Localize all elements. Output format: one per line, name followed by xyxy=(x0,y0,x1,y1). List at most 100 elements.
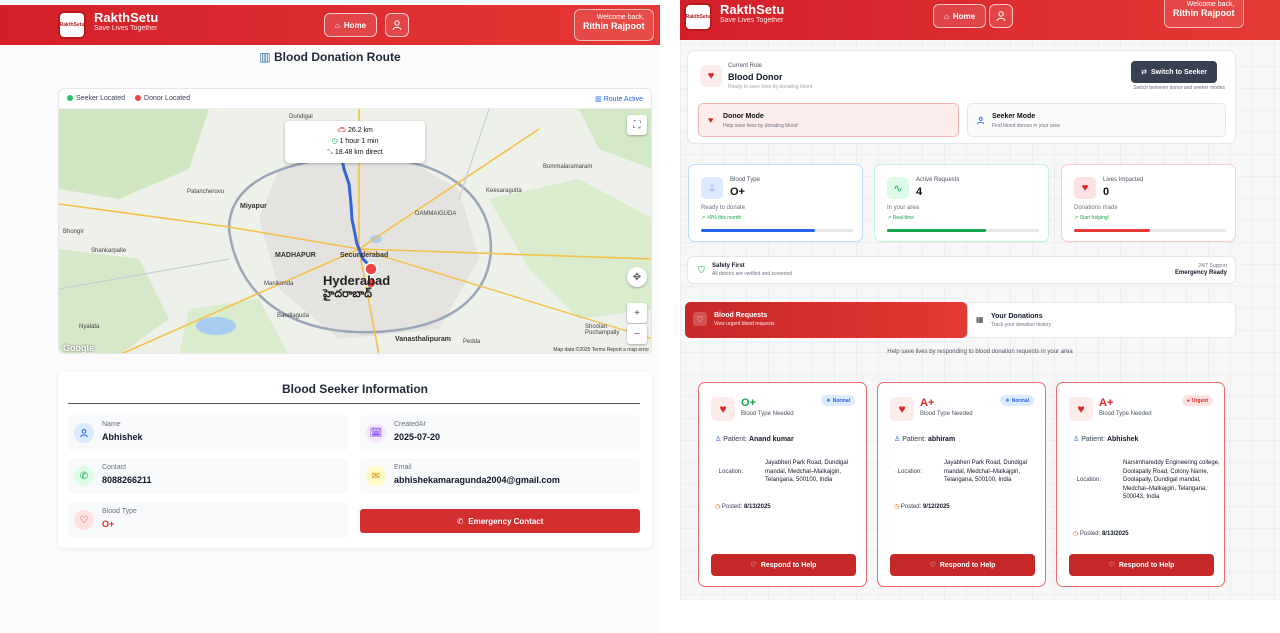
brand-tagline: Save Lives Together xyxy=(720,17,784,24)
status-badge: ❖ Normal xyxy=(821,395,855,406)
route-map[interactable]: Miyapur Secunderabad Hyderabad హైదరాబాద్… xyxy=(59,109,651,353)
users-icon xyxy=(977,117,985,125)
location-row: · Location: Narsimhareddy Engineering col… xyxy=(1073,460,1220,500)
stat-blood-type: 💧︎ Blood Type O+ Ready to donate ↗ +5% t… xyxy=(688,164,863,242)
tab-your-donations[interactable]: ▦ Your Donations Track your donation his… xyxy=(967,302,1236,338)
legend-seeker: Seeker Located xyxy=(67,95,125,102)
profile-button[interactable] xyxy=(385,13,409,37)
contact-label: Contact xyxy=(102,464,127,471)
fullscreen-button[interactable]: ⛶ xyxy=(627,115,647,135)
request-card: ♥ O+ Blood Type Needed ❖ Normal ♙ Patient… xyxy=(698,382,867,587)
home-label: Home xyxy=(343,20,367,30)
user-icon xyxy=(74,423,94,443)
request-blood-type: O+ xyxy=(741,397,756,409)
tab-title: Blood Requests xyxy=(714,312,768,319)
stat-label: Lives Impacted xyxy=(1103,177,1144,183)
brand-tagline: Save Lives Together xyxy=(94,25,158,32)
map-label-dundigal: Dundigal xyxy=(289,114,313,120)
alert-icon: ● xyxy=(1186,397,1190,404)
swap-icon: ⇄ xyxy=(1141,69,1147,76)
profile-button[interactable] xyxy=(989,4,1013,28)
stat-sub: In your area xyxy=(887,205,920,211)
donor-mode-option[interactable]: ♥ Donor Mode Help save lives by donating… xyxy=(698,103,959,137)
stat-value: 4 xyxy=(916,186,923,198)
seeker-email-field: ✉ Email abhishekamaragunda2004@gmail.com xyxy=(360,458,640,494)
map-label-shankarpalle: Shankarpalle xyxy=(91,248,127,254)
patient-row: ♙ Patient: Abhishek xyxy=(1073,436,1139,443)
clock-icon: ◷ xyxy=(715,504,721,510)
respond-button[interactable]: ♡ Respond to Help xyxy=(711,554,856,576)
zoom-in-button[interactable]: + xyxy=(627,303,647,323)
stat-value: 0 xyxy=(1103,186,1110,198)
app-logo[interactable]: RakthSetu xyxy=(58,11,86,39)
stat-trend: ↗ +5% this month xyxy=(701,215,742,221)
map-label-vanasthalipuram: Vanasthalipuram xyxy=(395,336,452,343)
legend-donor: Donor Located xyxy=(135,95,190,102)
seeker-title: Blood Seeker Information xyxy=(281,382,429,396)
user-icon: ♙ xyxy=(1073,436,1080,443)
dashboard-page: RakthSetu RakthSetu Save Lives Together … xyxy=(680,0,1280,600)
respond-button[interactable]: ♡ Respond to Help xyxy=(890,554,1035,576)
respond-button[interactable]: ♡ Respond to Help xyxy=(1069,554,1214,576)
emergency-contact-button[interactable]: ✆ Emergency Contact xyxy=(360,509,640,533)
email-label: Email xyxy=(394,464,412,471)
map-label-secunderabad: Secunderabad xyxy=(340,252,389,259)
route-distance: 🚗︎ 26.2 km xyxy=(337,127,373,134)
seeker-contact-field: ✆ Contact 8088266211 xyxy=(68,458,348,494)
contact-value[interactable]: 8088266211 xyxy=(102,475,152,485)
brand: RakthSetu Save Lives Together xyxy=(720,2,784,24)
user-name: Rithin Rajpoot xyxy=(1173,8,1235,18)
role-desc: Ready to save lives by donating blood xyxy=(728,84,813,90)
user-icon: ♙ xyxy=(715,436,722,443)
welcome-box[interactable]: Welcome back, Rithin Rajpoot xyxy=(574,9,654,41)
tab-blood-requests[interactable]: ♡ Blood Requests View urgent blood reque… xyxy=(685,302,967,338)
pin-icon: · xyxy=(894,468,896,475)
location-row: · Location: Jayabheri Park Road, Dundigal… xyxy=(715,460,849,483)
heart-icon: ♡ xyxy=(1108,562,1115,569)
stat-sub: Ready to donate xyxy=(701,205,746,211)
switch-hint: Switch between donor and seeker modes xyxy=(1133,85,1225,91)
seeker-info-card: Blood Seeker Information Name Abhishek 🗓… xyxy=(58,372,652,548)
zoom-out-button[interactable]: − xyxy=(627,324,647,344)
heart-icon: ♥ xyxy=(890,397,914,421)
home-button[interactable]: ⌂ Home xyxy=(324,13,378,37)
seeker-name-field: Name Abhishek xyxy=(68,415,348,451)
phone-icon: ✆ xyxy=(456,516,464,526)
heart-icon: ♡ xyxy=(693,312,707,326)
support-text: 24/7 Support xyxy=(1198,263,1227,269)
home-label: Home xyxy=(952,11,976,21)
recenter-button[interactable]: ✥ xyxy=(627,267,647,287)
app-logo[interactable]: RakthSetu xyxy=(684,3,712,31)
phone-icon: ✆ xyxy=(74,466,94,486)
seeker-blood-field: ♡ Blood Type O+ xyxy=(68,502,348,538)
created-value: 2025-07-20 xyxy=(394,432,441,442)
user-icon xyxy=(996,11,1006,22)
seeker-mode-option[interactable]: Seeker Mode Find blood donors in your ar… xyxy=(967,103,1226,137)
logo-text: RakthSetu xyxy=(685,13,711,20)
heart-icon: ♥ xyxy=(708,115,714,125)
calendar-icon: 🗓︎ xyxy=(366,423,386,443)
name-value: Abhishek xyxy=(102,432,143,442)
blood-type-needed-label: Blood Type Needed xyxy=(741,411,794,417)
emergency-ready-text: Emergency Ready xyxy=(1174,270,1227,276)
map-small-icon: ▥ xyxy=(595,95,602,103)
clock-icon: ◷ xyxy=(894,504,900,510)
stat-active-requests: ∿ Active Requests 4 In your area ↗ Real-… xyxy=(874,164,1049,242)
route-direct: ⤡ 18.48 km direct xyxy=(327,149,383,156)
heart-icon: ♥ xyxy=(1069,397,1093,421)
map-attribution[interactable]: Map data ©2025 Terms Report a map error xyxy=(553,347,649,353)
map-label-pedda: Pedda xyxy=(463,339,481,345)
switch-role-button[interactable]: ⇄ Switch to Seeker xyxy=(1131,61,1217,83)
map-label-keesara: Keesaragutta xyxy=(486,188,522,194)
heart-icon: ♥ xyxy=(700,65,722,87)
email-value[interactable]: abhishekamaragunda2004@gmail.com xyxy=(394,475,560,485)
donor-mode-title: Donor Mode xyxy=(723,113,764,120)
status-badge: ● Urgent xyxy=(1181,395,1213,406)
info-icon: ❖ xyxy=(826,397,831,404)
welcome-text: Welcome back, xyxy=(596,14,645,21)
welcome-box[interactable]: Welcome back, Rithin Rajpoot xyxy=(1164,0,1244,28)
blood-value: O+ xyxy=(102,519,115,529)
name-label: Name xyxy=(102,421,121,428)
heart-icon: ♡ xyxy=(929,562,936,569)
home-button[interactable]: ⌂ Home xyxy=(933,4,987,28)
